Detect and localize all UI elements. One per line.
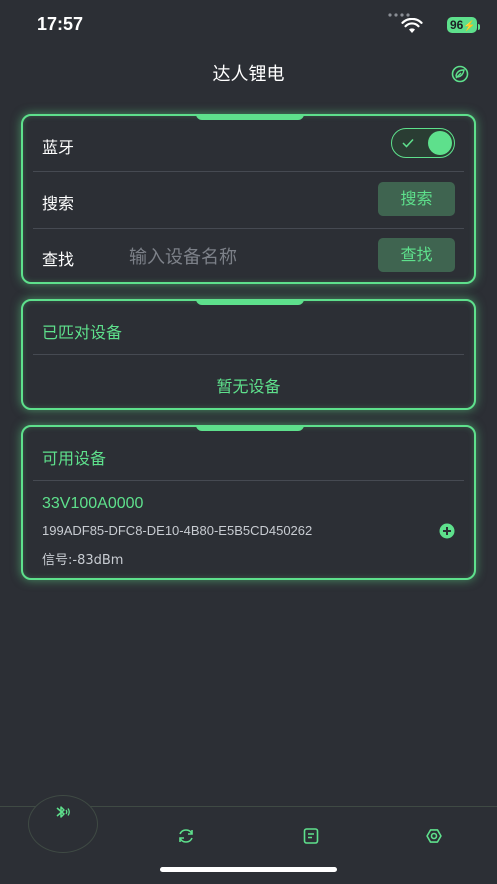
battery-tip — [478, 24, 480, 30]
bluetooth-label: 蓝牙 — [42, 138, 75, 157]
device-uuid: 199ADF85-DFC8-DE10-4B80-E5B5CD450262 — [42, 523, 313, 538]
charging-icon: ⚡ — [463, 21, 476, 32]
document-icon[interactable] — [301, 826, 321, 846]
check-icon — [402, 138, 414, 148]
bluetooth-row: 蓝牙 — [33, 116, 464, 172]
battery-level: 96 — [450, 18, 464, 32]
leaf-settings-icon[interactable] — [450, 64, 470, 84]
divider — [33, 480, 464, 481]
search-label: 搜索 — [42, 194, 75, 213]
toggle-knob — [428, 131, 452, 155]
available-devices-card: 可用设备 33V100A0000 199ADF85-DFC8-DE10-4B80… — [21, 425, 476, 580]
bluetooth-icon — [56, 806, 70, 818]
device-name-input[interactable] — [127, 242, 371, 272]
settings-icon[interactable] — [424, 826, 444, 846]
status-bar: 17:57 96⚡ — [0, 0, 497, 50]
available-header-row: 可用设备 — [33, 427, 464, 483]
status-time: 17:57 — [37, 14, 84, 34]
available-devices-title: 可用设备 — [42, 449, 107, 468]
no-devices-text: 暂无设备 — [216, 377, 281, 396]
bluetooth-toggle[interactable] — [391, 128, 455, 158]
tab-bar — [0, 795, 497, 884]
page-title: 达人锂电 — [212, 64, 285, 85]
paired-devices-card: 已匹对设备 暂无设备 — [21, 299, 476, 410]
search-row: 搜索 搜索 — [33, 172, 464, 228]
divider — [33, 354, 464, 355]
device-name: 33V100A0000 — [42, 495, 144, 512]
wifi-icon — [401, 18, 423, 33]
refresh-icon[interactable] — [176, 826, 196, 846]
find-button[interactable]: 查找 — [378, 238, 455, 272]
find-label: 查找 — [42, 250, 75, 269]
paired-devices-title: 已匹对设备 — [42, 323, 123, 342]
add-device-icon[interactable] — [439, 523, 455, 539]
home-indicator — [160, 867, 337, 872]
tab-bluetooth[interactable] — [28, 795, 98, 853]
bluetooth-card: 蓝牙 搜索 搜索 查找 查找 — [21, 114, 476, 284]
battery-indicator: 96⚡ — [447, 17, 480, 33]
find-row: 查找 查找 — [33, 228, 464, 284]
status-right: 96⚡ — [357, 15, 480, 35]
paired-header-row: 已匹对设备 — [33, 301, 464, 357]
search-button[interactable]: 搜索 — [378, 182, 455, 216]
device-signal: 信号:-83dBm — [42, 553, 124, 568]
